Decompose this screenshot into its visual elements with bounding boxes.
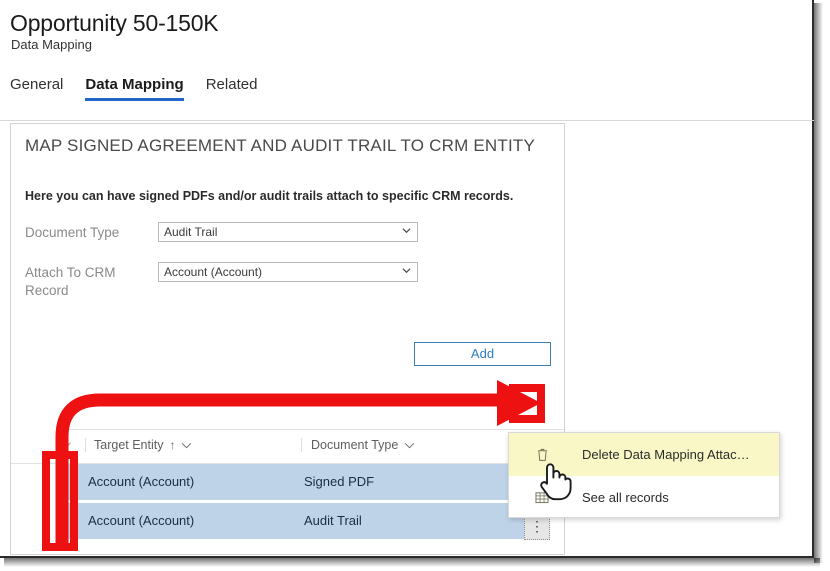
app-window: Opportunity 50-150K Data Mapping General…: [0, 0, 814, 558]
header-divider: [0, 120, 814, 121]
menu-item-label: See all records: [582, 490, 669, 505]
chevron-down-icon: [402, 226, 411, 235]
column-header-document-type[interactable]: Document Type: [301, 438, 415, 452]
row-checkbox[interactable]: ✓: [65, 472, 83, 489]
field-document-type: Document Type: [25, 224, 155, 242]
card-description: Here you can have signed PDFs and/or aud…: [25, 189, 514, 203]
screenshot-root: Opportunity 50-150K Data Mapping General…: [0, 0, 830, 571]
cell-target-entity: Account (Account): [88, 474, 195, 489]
tab-general[interactable]: General: [10, 76, 63, 101]
trash-icon: [529, 447, 555, 462]
menu-item-see-all-records[interactable]: See all records: [509, 476, 779, 519]
card-title: MAP SIGNED AGREEMENT AND AUDIT TRAIL TO …: [25, 136, 536, 155]
document-type-value: Audit Trail: [164, 225, 218, 239]
field-label-attach-to-crm-record: Attach To CRM Record: [25, 265, 116, 298]
cell-target-entity: Account (Account): [88, 513, 195, 528]
select-all-checkbox[interactable]: ✓: [57, 439, 79, 453]
tab-strip: General Data Mapping Related: [10, 76, 257, 101]
tab-related[interactable]: Related: [206, 76, 258, 101]
context-menu: Delete Data Mapping Attac… See all recor…: [508, 432, 780, 518]
grid-table-icon: [529, 491, 555, 504]
data-mapping-card: MAP SIGNED AGREEMENT AND AUDIT TRAIL TO …: [10, 123, 565, 555]
row-checkbox[interactable]: ✓: [65, 511, 83, 528]
column-header-target-entity[interactable]: Target Entity ↑: [85, 438, 192, 452]
page-title: Opportunity 50-150K: [10, 10, 219, 36]
column-header-target-entity-label: Target Entity: [94, 438, 164, 452]
window-shadow-right: [814, 3, 823, 563]
vertical-ellipsis-icon: ⋮: [530, 518, 544, 534]
sort-ascending-icon: ↑: [169, 438, 176, 452]
column-header-document-type-label: Document Type: [311, 438, 399, 452]
field-attach-to-crm-record: Attach To CRM Record: [25, 264, 155, 300]
grid-header-row: ✓ Target Entity ↑ Document Type: [11, 430, 564, 464]
document-type-select[interactable]: Audit Trail: [158, 222, 418, 242]
cell-document-type: Signed PDF: [304, 474, 375, 489]
attach-to-crm-record-select[interactable]: Account (Account): [158, 262, 418, 282]
chevron-down-icon[interactable]: [404, 442, 415, 449]
menu-item-delete-data-mapping-attachment[interactable]: Delete Data Mapping Attac…: [509, 433, 779, 476]
tab-data-mapping[interactable]: Data Mapping: [85, 76, 185, 101]
page-subtitle: Data Mapping: [11, 37, 92, 52]
chevron-down-icon: [402, 266, 411, 275]
table-row[interactable]: ✓ Account (Account) Signed PDF: [57, 464, 524, 500]
menu-item-label: Delete Data Mapping Attac…: [582, 447, 750, 462]
field-label-document-type: Document Type: [25, 225, 120, 240]
add-button[interactable]: Add: [414, 342, 551, 366]
attach-to-crm-record-value: Account (Account): [164, 265, 263, 279]
chevron-down-icon[interactable]: [181, 442, 192, 449]
window-shadow-bottom: [4, 558, 820, 567]
table-row[interactable]: ✓ Account (Account) Audit Trail: [57, 503, 524, 539]
cell-document-type: Audit Trail: [304, 513, 362, 528]
